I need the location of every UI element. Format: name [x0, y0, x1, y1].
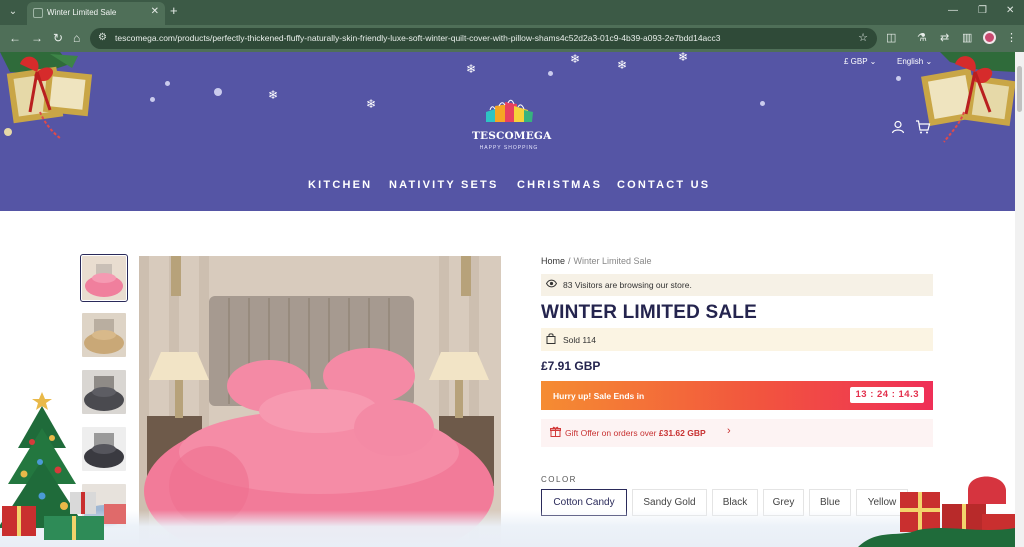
scrollbar-thumb[interactable]	[1017, 66, 1022, 112]
menu-kebab-icon[interactable]: ⋮	[1006, 31, 1017, 44]
shopping-bag-icon	[546, 333, 556, 347]
tab-search-icon[interactable]: ⌄	[6, 5, 20, 19]
christmas-gift-ornament-left	[0, 52, 93, 139]
eye-icon	[545, 279, 558, 290]
product-thumbnail-sandy-gold[interactable]	[82, 313, 126, 357]
home-icon[interactable]: ⌂	[73, 31, 80, 45]
language-selector[interactable]: English ⌄	[897, 57, 932, 66]
gift-offer-prefix: Gift Offer on orders over	[565, 428, 657, 438]
gift-offer-text: Gift Offer on orders over £31.62 GBP	[565, 428, 706, 438]
browser-tabstrip: ⌄ Winter Limited Sale ✕ + — ❐ ✕	[0, 0, 1024, 25]
snow-dot	[896, 76, 901, 81]
browser-tab[interactable]: Winter Limited Sale ✕	[27, 2, 165, 25]
nav-link-contact-us[interactable]: CONTACT US	[617, 179, 710, 191]
color-option-label: COLOR	[541, 475, 577, 484]
logo-tagline: HAPPY SHOPPING	[479, 145, 539, 151]
site-info-icon[interactable]: ⚙	[98, 32, 107, 43]
page-scrollbar[interactable]	[1015, 52, 1024, 547]
extensions-icon[interactable]: ◫	[886, 31, 896, 44]
snowflake-icon: ❄	[678, 52, 689, 64]
gift-offer-banner[interactable]: Gift Offer on orders over £31.62 GBP ›	[541, 419, 933, 447]
breadcrumb-home-link[interactable]: Home	[541, 256, 565, 266]
christmas-tree-decoration	[0, 392, 126, 540]
snow-dot	[150, 97, 155, 102]
product-title: WINTER LIMITED SALE	[541, 302, 757, 323]
bookmark-star-icon[interactable]: ☆	[858, 31, 868, 44]
snowflake-icon: ❄	[570, 52, 581, 66]
gift-offer-amount: £31.62 GBP	[658, 428, 706, 438]
logo-wordmark: TESCOMEGA	[472, 130, 552, 142]
browser-toolbar: ← → ↻ ⌂ ⚙ tescomega.com/products/perfect…	[0, 25, 1024, 52]
snowflake-icon: ❄	[466, 62, 477, 76]
snowflake-icon: ❄	[268, 88, 279, 102]
snow-dot	[548, 71, 553, 76]
new-tab-icon[interactable]: +	[170, 3, 178, 18]
cart-icon[interactable]	[915, 120, 931, 137]
currency-label: £ GBP	[844, 57, 868, 66]
forward-icon[interactable]: →	[31, 31, 43, 45]
profile-avatar[interactable]	[983, 31, 996, 44]
product-main-image[interactable]	[139, 256, 501, 547]
product-price: £7.91 GBP	[541, 359, 601, 373]
minimize-icon[interactable]: —	[948, 5, 958, 16]
translate-icon[interactable]: ⇄	[940, 31, 949, 44]
language-label: English	[897, 57, 924, 66]
store-logo[interactable]: TESCOMEGA HAPPY SHOPPING	[472, 96, 552, 154]
tab-close-icon[interactable]: ✕	[151, 6, 159, 17]
main-navigation: KITCHEN NATIVITY SETS CHRISTMAS CONTACT …	[0, 179, 1015, 195]
url-text: tescomega.com/products/perfectly-thicken…	[115, 33, 721, 43]
restore-icon[interactable]: ❐	[978, 5, 987, 16]
window-close-icon[interactable]: ✕	[1006, 5, 1014, 16]
snow-dot	[214, 88, 222, 96]
product-thumbnail-pink[interactable]	[80, 254, 128, 302]
gift-icon	[550, 426, 561, 440]
sold-count-badge: Sold 114	[541, 328, 933, 351]
snow-dot	[760, 101, 765, 106]
currency-selector[interactable]: £ GBP ⌄	[844, 57, 876, 66]
countdown-label: Hurry up! Sale Ends in	[553, 391, 645, 401]
labs-icon[interactable]: ⚗	[917, 31, 927, 44]
visitors-notice: 83 Visitors are browsing our store.	[541, 274, 933, 296]
sale-countdown-bar: Hurry up! Sale Ends in 13 : 24 : 14.3	[541, 381, 933, 410]
countdown-timer: 13 : 24 : 14.3	[850, 387, 924, 403]
nav-link-christmas[interactable]: CHRISTMAS	[517, 179, 602, 191]
breadcrumb: Home / Winter Limited Sale	[541, 256, 652, 266]
christmas-gift-ornament-right	[921, 52, 1015, 143]
chevron-right-icon: ›	[727, 425, 731, 437]
tab-favicon-icon	[33, 8, 43, 18]
nav-link-nativity-sets[interactable]: NATIVITY SETS	[389, 179, 498, 191]
account-icon[interactable]	[891, 120, 905, 137]
site-header: ❄ ❄ ❄ ❄ ❄ ❄ £ GBP ⌄ English ⌄ TESCOMEGA …	[0, 52, 1015, 211]
visitors-text: 83 Visitors are browsing our store.	[563, 280, 692, 290]
snowflake-icon: ❄	[617, 58, 628, 72]
tab-title: Winter Limited Sale	[47, 8, 117, 17]
snowflake-icon: ❄	[366, 97, 377, 111]
reload-icon[interactable]: ↻	[53, 31, 63, 45]
sold-text: Sold 114	[563, 335, 596, 345]
breadcrumb-separator: /	[568, 256, 571, 266]
gift-boxes-decoration	[858, 476, 1015, 547]
side-panel-icon[interactable]: ▥	[962, 31, 972, 44]
breadcrumb-current: Winter Limited Sale	[573, 256, 652, 266]
back-icon[interactable]: ←	[9, 31, 21, 45]
address-bar[interactable]: ⚙ tescomega.com/products/perfectly-thick…	[90, 28, 877, 49]
nav-link-kitchen[interactable]: KITCHEN	[308, 179, 372, 191]
shopping-bags-logo-icon	[486, 99, 533, 122]
snow-dot	[165, 81, 170, 86]
